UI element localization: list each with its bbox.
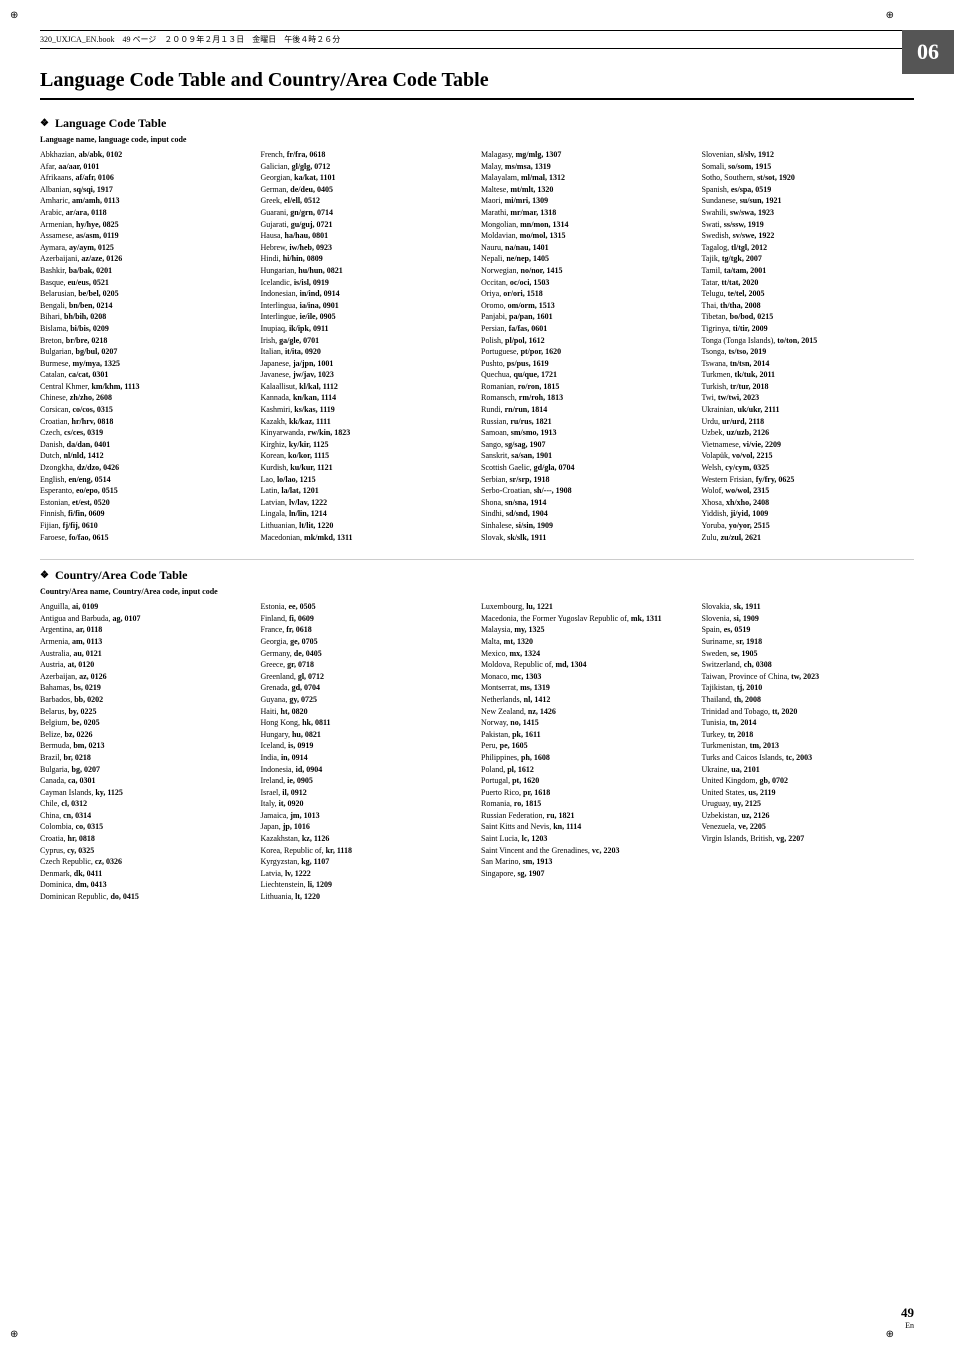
header-text: 320_UXJCA_EN.book 49 ページ ２００９年２月１３日 金曜日 … (40, 34, 340, 45)
language-heading-text: Language Code Table (55, 116, 166, 131)
country-col-0: Anguilla, ai, 0109Antigua and Barbuda, a… (40, 601, 253, 902)
corner-mark-br: ⊕ (886, 1329, 894, 1340)
language-col-1: French, fr/fra, 0618Galician, gl/glg, 07… (261, 149, 474, 543)
country-col-2: Luxembourg, lu, 1221Macedonia, the Forme… (481, 601, 694, 902)
header-bar: 320_UXJCA_EN.book 49 ページ ２００９年２月１３日 金曜日 … (40, 30, 914, 49)
corner-mark-tl: ⊕ (10, 10, 18, 21)
country-desc-normal: Country/Area name, (40, 587, 113, 596)
page-number-container: 49 En (901, 1305, 914, 1330)
country-heading-text: Country/Area Code Table (55, 568, 187, 583)
lang-desc-bold: language code, input code (98, 135, 186, 144)
country-desc-bold: Country/Area code, input code (113, 587, 218, 596)
page-number: 49 (901, 1305, 914, 1321)
language-col-3: Slovenian, sl/slv, 1912Somali, so/som, 1… (702, 149, 915, 543)
main-title: Language Code Table and Country/Area Cod… (40, 69, 914, 100)
corner-mark-bl: ⊕ (10, 1329, 18, 1340)
country-section-heading: Country/Area Code Table (40, 568, 914, 583)
language-col-2: Malagasy, mg/mlg, 1307Malay, ms/msa, 131… (481, 149, 694, 543)
chapter-number: 06 (917, 39, 939, 65)
country-columns: Anguilla, ai, 0109Antigua and Barbuda, a… (40, 601, 914, 902)
language-section: Language Code Table Language name, langu… (40, 116, 914, 543)
section-divider (40, 559, 914, 560)
lang-desc-normal: Language name, (40, 135, 98, 144)
page-lang: En (901, 1321, 914, 1330)
language-col-0: Abkhazian, ab/abk, 0102Afar, aa/aar, 010… (40, 149, 253, 543)
country-col-3: Slovakia, sk, 1911Slovenia, si, 1909Spai… (702, 601, 915, 902)
chapter-badge: 06 (902, 30, 954, 74)
corner-mark-tr: ⊕ (886, 10, 894, 21)
page-container: ⊕ ⊕ ⊕ ⊕ 06 320_UXJCA_EN.book 49 ページ ２００９… (0, 0, 954, 1350)
language-section-heading: Language Code Table (40, 116, 914, 131)
country-section-desc: Country/Area name, Country/Area code, in… (40, 587, 914, 596)
language-columns: Abkhazian, ab/abk, 0102Afar, aa/aar, 010… (40, 149, 914, 543)
country-col-1: Estonia, ee, 0505Finland, fi, 0609France… (261, 601, 474, 902)
language-section-desc: Language name, language code, input code (40, 135, 914, 144)
country-section: Country/Area Code Table Country/Area nam… (40, 568, 914, 902)
